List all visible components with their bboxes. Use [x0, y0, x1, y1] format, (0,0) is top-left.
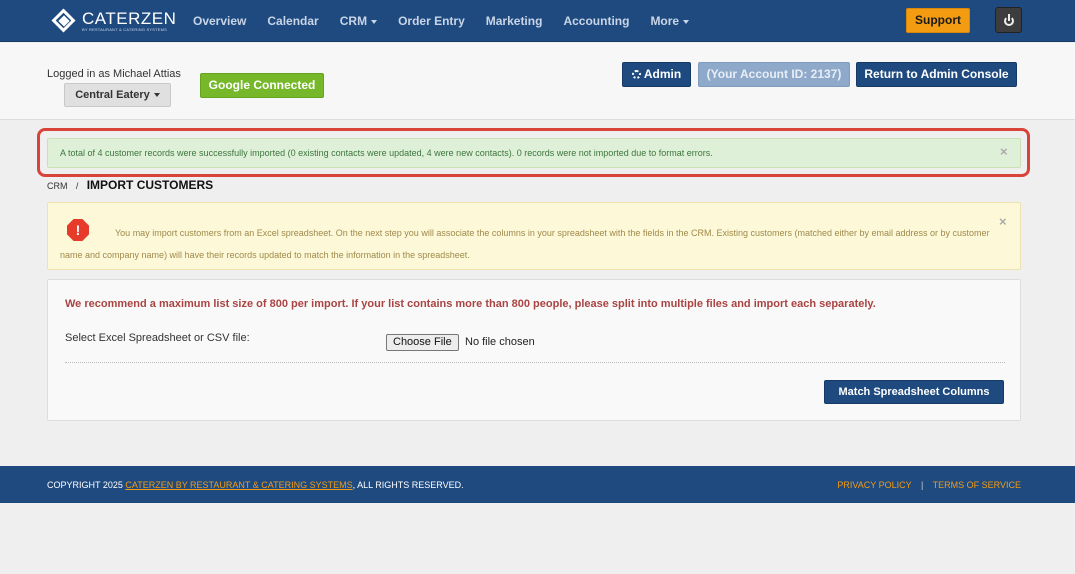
privacy-policy-link[interactable]: PRIVACY POLICY	[837, 480, 911, 490]
close-icon[interactable]: ×	[999, 214, 1007, 229]
import-panel: We recommend a maximum list size of 800 …	[47, 279, 1021, 421]
footer-links: PRIVACY POLICY | TERMS OF SERVICE	[837, 480, 1021, 490]
location-label: Central Eatery	[75, 89, 150, 101]
caret-down-icon	[371, 19, 378, 24]
account-bar: Logged in as Michael Attias Central Eate…	[0, 43, 1075, 120]
logo-name: CATERZEN	[82, 9, 177, 28]
panel-divider	[65, 362, 1005, 363]
nav-marketing[interactable]: Marketing	[486, 14, 543, 28]
support-button[interactable]: Support	[906, 8, 970, 33]
nav-overview[interactable]: Overview	[193, 14, 246, 28]
footer: COPYRIGHT 2025 CATERZEN BY RESTAURANT & …	[0, 466, 1075, 503]
nav-calendar[interactable]: Calendar	[267, 14, 318, 28]
no-file-text: No file chosen	[465, 336, 535, 348]
nav-crm[interactable]: CRM	[339, 14, 378, 28]
breadcrumb-crm[interactable]: CRM	[47, 181, 68, 191]
terms-of-service-link[interactable]: TERMS OF SERVICE	[933, 480, 1021, 490]
logo-tagline: BY RESTAURANT & CATERING SYSTEMS	[82, 27, 168, 32]
nav-accounting[interactable]: Accounting	[563, 14, 629, 28]
return-admin-console-button[interactable]: Return to Admin Console	[856, 62, 1017, 87]
file-select-label: Select Excel Spreadsheet or CSV file:	[65, 332, 250, 344]
copyright-suffix: , ALL RIGHTS RESERVED.	[352, 480, 464, 490]
warning-message: You may import customers from an Excel s…	[60, 228, 990, 260]
logout-button[interactable]	[995, 7, 1022, 33]
nav-more[interactable]: More	[650, 14, 690, 28]
account-id-badge: (Your Account ID: 2137)	[698, 62, 850, 87]
admin-label: Admin	[643, 67, 682, 81]
admin-button[interactable]: Admin	[622, 62, 691, 87]
copyright-prefix: COPYRIGHT 2025	[47, 480, 126, 490]
main-nav: Overview Calendar CRM Order Entry Market…	[193, 0, 710, 42]
breadcrumb: CRM / IMPORT CUSTOMERS	[47, 178, 213, 192]
caret-down-icon	[683, 19, 690, 24]
page-title: IMPORT CUSTOMERS	[86, 178, 214, 192]
footer-separator: |	[920, 480, 924, 490]
logged-in-text: Logged in as Michael Attias	[47, 68, 181, 80]
close-icon[interactable]: ×	[1000, 144, 1008, 159]
info-warning: ! You may import customers from an Excel…	[47, 202, 1021, 270]
nav-order-entry[interactable]: Order Entry	[398, 14, 465, 28]
logo-diamond-icon	[51, 8, 76, 33]
location-dropdown[interactable]: Central Eatery	[64, 83, 171, 107]
recommendation-text: We recommend a maximum list size of 800 …	[65, 298, 876, 310]
copyright-text: COPYRIGHT 2025 CATERZEN BY RESTAURANT & …	[47, 480, 464, 490]
success-alert: A total of 4 customer records were succe…	[47, 138, 1021, 168]
caterzen-logo[interactable]: CATERZEN BY RESTAURANT & CATERING SYSTEM…	[51, 8, 177, 34]
breadcrumb-separator: /	[75, 181, 79, 191]
success-message: A total of 4 customer records were succe…	[60, 148, 713, 158]
google-connected-button[interactable]: Google Connected	[200, 73, 324, 98]
nav-more-label: More	[650, 14, 680, 28]
nav-crm-label: CRM	[339, 14, 368, 28]
caret-down-icon	[153, 93, 160, 98]
gear-icon	[631, 70, 641, 79]
caterzen-link[interactable]: CATERZEN BY RESTAURANT & CATERING SYSTEM…	[125, 480, 352, 490]
top-navbar: CATERZEN BY RESTAURANT & CATERING SYSTEM…	[0, 0, 1075, 42]
match-spreadsheet-columns-button[interactable]: Match Spreadsheet Columns	[824, 380, 1004, 404]
choose-file-button[interactable]: Choose File	[386, 334, 459, 351]
